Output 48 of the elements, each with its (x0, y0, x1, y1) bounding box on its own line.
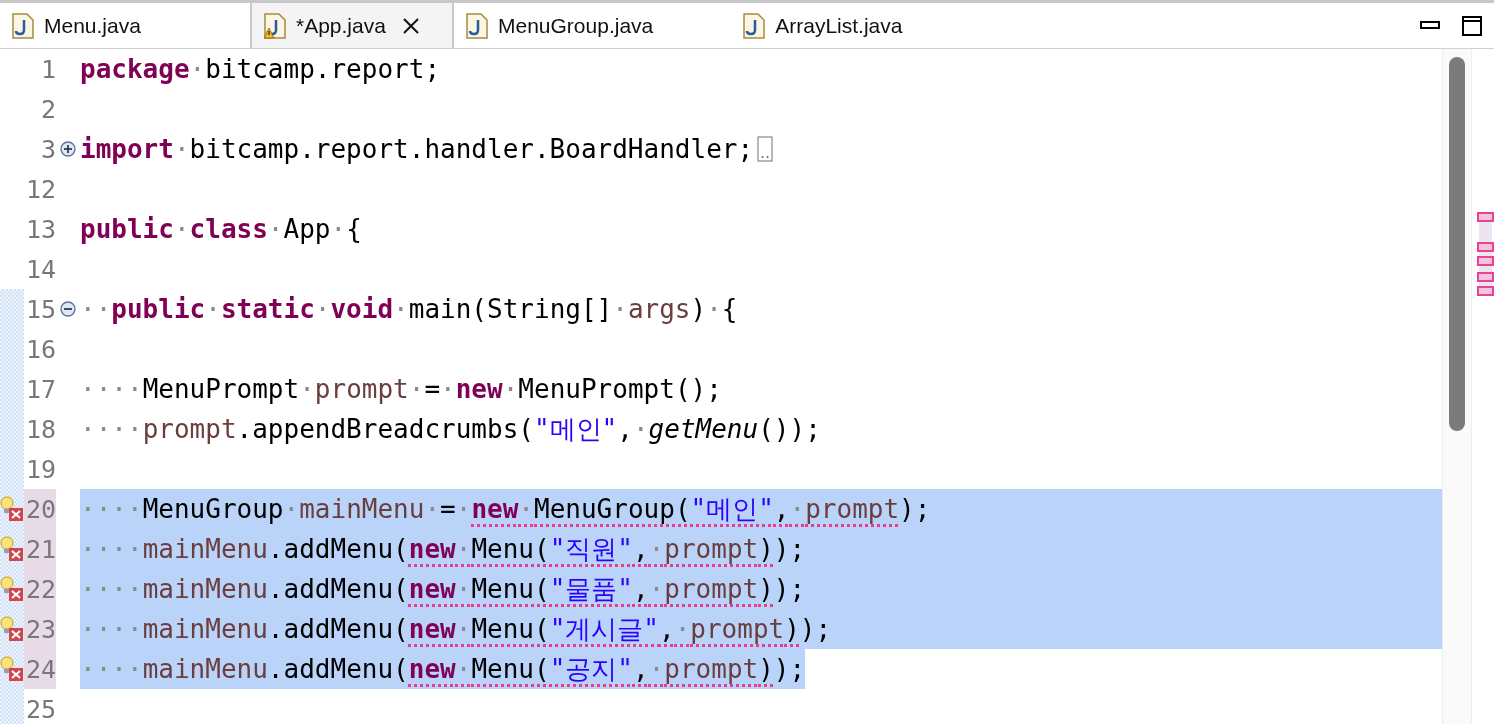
expand-icon[interactable] (60, 141, 76, 157)
line-number: 17 (25, 374, 56, 404)
minimize-icon[interactable] (1420, 20, 1440, 31)
java-file-icon (264, 12, 286, 39)
error-marker[interactable] (1477, 256, 1494, 266)
quick-diff-marker (0, 329, 24, 369)
scrollbar-thumb[interactable] (1449, 57, 1465, 431)
line-number: 12 (25, 174, 56, 204)
code-line: package·bitcamp.report; (80, 53, 441, 86)
lightbulb-error-icon[interactable] (0, 616, 24, 642)
line-number: 16 (25, 334, 56, 364)
line-number: 13 (25, 214, 56, 244)
code-line: ··public·static·void·main(String[]·args)·{ (80, 293, 738, 326)
line-number: 23 (25, 614, 56, 644)
error-marker[interactable] (1477, 212, 1494, 222)
lightbulb-error-icon[interactable] (0, 536, 24, 562)
line-number: 3 (40, 134, 56, 164)
quick-diff-marker (0, 289, 24, 329)
lightbulb-error-icon[interactable] (0, 496, 24, 522)
quick-diff-marker (0, 369, 24, 409)
error-marker[interactable] (1477, 286, 1494, 296)
editor-tab[interactable]: *App.java (250, 3, 454, 48)
java-file-icon (466, 12, 488, 39)
line-number: 15 (25, 294, 56, 324)
line-number: 18 (25, 414, 56, 444)
line-number: 14 (25, 254, 56, 284)
lightbulb-error-icon[interactable] (0, 656, 24, 682)
code-line: ····prompt.appendBreadcrumbs("메인",·getMenu()); (80, 413, 821, 446)
collapse-icon[interactable] (60, 301, 76, 317)
line-number: 1 (40, 54, 56, 84)
java-file-icon (12, 12, 34, 39)
code-line: import·bitcamp.report.handler.BoardHandler; (80, 133, 754, 166)
line-number: 24 (25, 654, 56, 684)
java-file-icon (743, 12, 766, 39)
line-number: 25 (25, 694, 56, 724)
line-number: 2 (40, 94, 56, 124)
code-line: public·class·App·{ (80, 213, 362, 246)
line-number: 20 (25, 494, 56, 524)
quick-diff-marker (0, 409, 24, 449)
lightbulb-error-icon[interactable] (0, 576, 24, 602)
maximize-icon[interactable] (1462, 15, 1482, 36)
error-marker[interactable] (1477, 272, 1494, 282)
line-number: 21 (25, 534, 56, 564)
code-line: ····MenuPrompt·prompt·=·new·MenuPrompt(); (80, 373, 722, 406)
error-marker[interactable] (1477, 242, 1494, 252)
line-number: 22 (25, 574, 56, 604)
line-number: 19 (25, 454, 56, 484)
close-icon[interactable] (401, 16, 420, 35)
